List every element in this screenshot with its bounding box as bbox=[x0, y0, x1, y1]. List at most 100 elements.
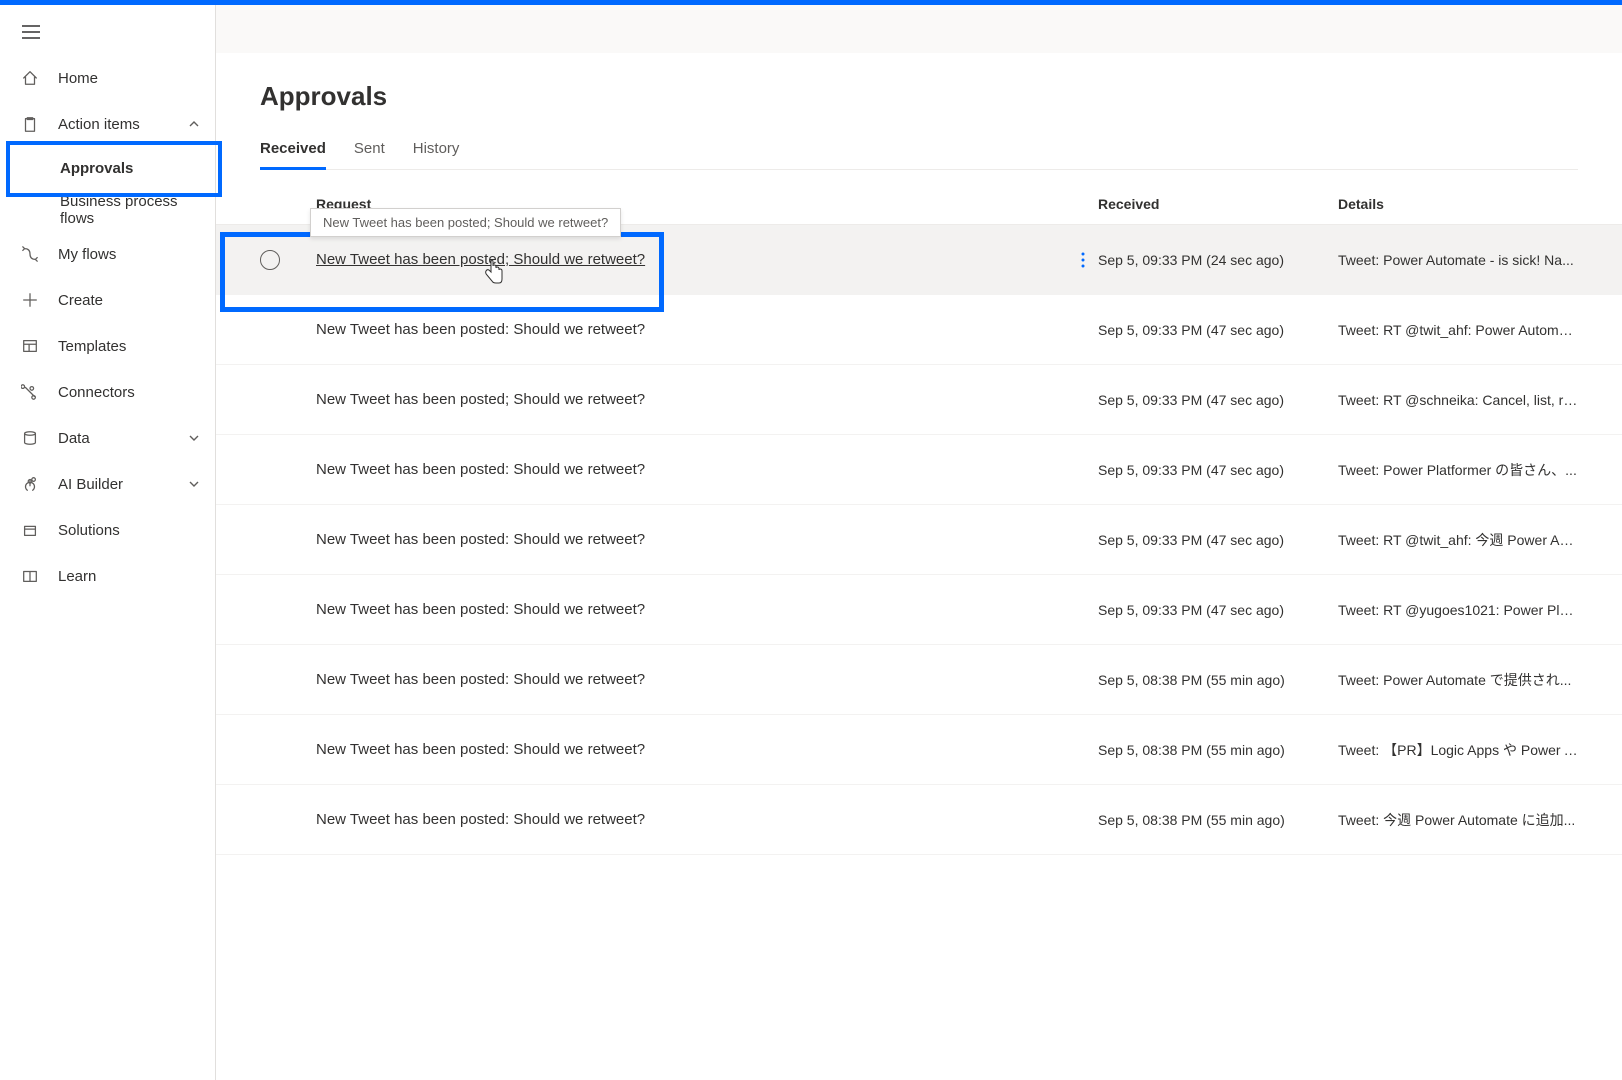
data-icon bbox=[20, 428, 40, 448]
sidebar-item-my-flows[interactable]: My flows bbox=[0, 231, 215, 277]
table-row[interactable]: New Tweet has been posted: Should we ret… bbox=[216, 785, 1622, 855]
row-more-menu[interactable] bbox=[1068, 252, 1098, 268]
received-cell: Sep 5, 08:38 PM (55 min ago) bbox=[1098, 672, 1338, 688]
hamburger-icon bbox=[22, 25, 40, 39]
sidebar-item-label: Business process flows bbox=[60, 193, 215, 227]
request-cell: New Tweet has been posted: Should we ret… bbox=[316, 671, 1068, 688]
received-cell: Sep 5, 09:33 PM (47 sec ago) bbox=[1098, 322, 1338, 338]
hamburger-button[interactable] bbox=[0, 13, 215, 55]
connector-icon bbox=[20, 382, 40, 402]
row-select-cell bbox=[260, 460, 316, 480]
request-cell: New Tweet has been posted: Should we ret… bbox=[316, 811, 1068, 828]
sidebar: Home Action items Approvals Business pro… bbox=[0, 5, 216, 1080]
sidebar-item-solutions[interactable]: Solutions bbox=[0, 507, 215, 553]
request-link[interactable]: New Tweet has been posted; Should we ret… bbox=[316, 391, 645, 408]
details-cell: Tweet: Power Automate - is sick! Na... bbox=[1338, 252, 1578, 268]
sidebar-subitem-bpf[interactable]: Business process flows bbox=[0, 189, 215, 231]
table-row[interactable]: New Tweet has been posted: Should we ret… bbox=[216, 505, 1622, 575]
column-header-details[interactable]: Details bbox=[1338, 196, 1578, 212]
clipboard-icon bbox=[20, 114, 40, 134]
plus-icon bbox=[20, 290, 40, 310]
sidebar-item-label: Learn bbox=[58, 568, 201, 585]
row-select-cell bbox=[260, 600, 316, 620]
request-link[interactable]: New Tweet has been posted: Should we ret… bbox=[316, 671, 645, 688]
details-cell: Tweet: RT @yugoes1021: Power Platf... bbox=[1338, 602, 1578, 618]
sidebar-item-action-items[interactable]: Action items bbox=[0, 101, 215, 147]
received-cell: Sep 5, 09:33 PM (47 sec ago) bbox=[1098, 532, 1338, 548]
home-icon bbox=[20, 68, 40, 88]
request-cell: New Tweet has been posted: Should we ret… bbox=[316, 741, 1068, 758]
solutions-icon bbox=[20, 520, 40, 540]
sidebar-item-label: Solutions bbox=[58, 522, 201, 539]
row-select-cell bbox=[260, 670, 316, 690]
request-cell: New Tweet has been posted; Should we ret… bbox=[316, 251, 1068, 268]
chevron-down-icon bbox=[187, 431, 201, 445]
chevron-up-icon bbox=[187, 117, 201, 131]
table-row[interactable]: New Tweet has been posted: Should we ret… bbox=[216, 645, 1622, 715]
sidebar-item-label: Connectors bbox=[58, 384, 201, 401]
sidebar-item-label: Action items bbox=[58, 116, 187, 133]
received-cell: Sep 5, 09:33 PM (24 sec ago) bbox=[1098, 252, 1338, 268]
request-link[interactable]: New Tweet has been posted: Should we ret… bbox=[316, 321, 645, 338]
request-cell: New Tweet has been posted: Should we ret… bbox=[316, 461, 1068, 478]
sidebar-item-data[interactable]: Data bbox=[0, 415, 215, 461]
table-row[interactable]: New Tweet has been posted: Should we ret… bbox=[216, 295, 1622, 365]
column-header-received[interactable]: Received bbox=[1098, 196, 1338, 212]
learn-icon bbox=[20, 566, 40, 586]
row-select-cell bbox=[260, 740, 316, 760]
ai-icon bbox=[20, 474, 40, 494]
request-link[interactable]: New Tweet has been posted: Should we ret… bbox=[316, 531, 645, 548]
table-row[interactable]: New Tweet has been posted: Should we ret… bbox=[216, 435, 1622, 505]
sidebar-item-label: Home bbox=[58, 70, 201, 87]
sidebar-item-templates[interactable]: Templates bbox=[0, 323, 215, 369]
details-cell: Tweet: Power Platformer の皆さん、... bbox=[1338, 460, 1578, 480]
sidebar-item-ai-builder[interactable]: AI Builder bbox=[0, 461, 215, 507]
sidebar-item-create[interactable]: Create bbox=[0, 277, 215, 323]
sidebar-item-label: Data bbox=[58, 430, 187, 447]
request-link[interactable]: New Tweet has been posted: Should we ret… bbox=[316, 461, 645, 478]
row-select-cell bbox=[260, 390, 316, 410]
main-area: Approvals Received Sent History Request Re… bbox=[216, 5, 1622, 1080]
sidebar-item-label: Create bbox=[58, 292, 201, 309]
request-link[interactable]: New Tweet has been posted: Should we ret… bbox=[316, 741, 645, 758]
row-select-cell bbox=[260, 320, 316, 340]
request-link[interactable]: New Tweet has been posted: Should we ret… bbox=[316, 811, 645, 828]
request-cell: New Tweet has been posted; Should we ret… bbox=[316, 391, 1068, 408]
request-cell: New Tweet has been posted: Should we ret… bbox=[316, 321, 1068, 338]
approvals-table: Request Received Details New Tweet has b… bbox=[216, 170, 1622, 1080]
sidebar-item-learn[interactable]: Learn bbox=[0, 553, 215, 599]
tab-sent[interactable]: Sent bbox=[354, 132, 385, 169]
sidebar-subitem-approvals[interactable]: Approvals bbox=[0, 147, 215, 189]
details-cell: Tweet: RT @twit_ahf: 今週 Power Aut... bbox=[1338, 530, 1578, 550]
received-cell: Sep 5, 09:33 PM (47 sec ago) bbox=[1098, 462, 1338, 478]
request-link[interactable]: New Tweet has been posted; Should we ret… bbox=[316, 251, 645, 268]
template-icon bbox=[20, 336, 40, 356]
sidebar-item-home[interactable]: Home bbox=[0, 55, 215, 101]
row-select-cell bbox=[260, 810, 316, 830]
tab-history[interactable]: History bbox=[413, 132, 460, 169]
details-cell: Tweet: RT @twit_ahf: Power Automat... bbox=[1338, 322, 1578, 338]
tabs: Received Sent History bbox=[260, 132, 1578, 170]
table-row[interactable]: New Tweet has been posted; Should we ret… bbox=[216, 365, 1622, 435]
vertical-dots-icon bbox=[1081, 252, 1085, 268]
row-select-cell bbox=[260, 250, 316, 270]
sidebar-item-connectors[interactable]: Connectors bbox=[0, 369, 215, 415]
request-link[interactable]: New Tweet has been posted: Should we ret… bbox=[316, 601, 645, 618]
details-cell: Tweet: 今週 Power Automate に追加... bbox=[1338, 810, 1578, 830]
row-select-radio[interactable] bbox=[260, 250, 280, 270]
tab-received[interactable]: Received bbox=[260, 132, 326, 169]
details-cell: Tweet: Power Automate で提供され... bbox=[1338, 670, 1578, 690]
sidebar-item-label: AI Builder bbox=[58, 476, 187, 493]
content-panel: Approvals Received Sent History Request Re… bbox=[216, 53, 1622, 1080]
flow-icon bbox=[20, 244, 40, 264]
table-row[interactable]: New Tweet has been posted: Should we ret… bbox=[216, 715, 1622, 785]
sidebar-item-label: Templates bbox=[58, 338, 201, 355]
received-cell: Sep 5, 08:38 PM (55 min ago) bbox=[1098, 812, 1338, 828]
received-cell: Sep 5, 09:33 PM (47 sec ago) bbox=[1098, 392, 1338, 408]
received-cell: Sep 5, 08:38 PM (55 min ago) bbox=[1098, 742, 1338, 758]
sidebar-item-label: My flows bbox=[58, 246, 201, 263]
page-title: Approvals bbox=[260, 81, 1578, 112]
tooltip: New Tweet has been posted; Should we ret… bbox=[310, 208, 621, 237]
chevron-down-icon bbox=[187, 477, 201, 491]
table-row[interactable]: New Tweet has been posted: Should we ret… bbox=[216, 575, 1622, 645]
